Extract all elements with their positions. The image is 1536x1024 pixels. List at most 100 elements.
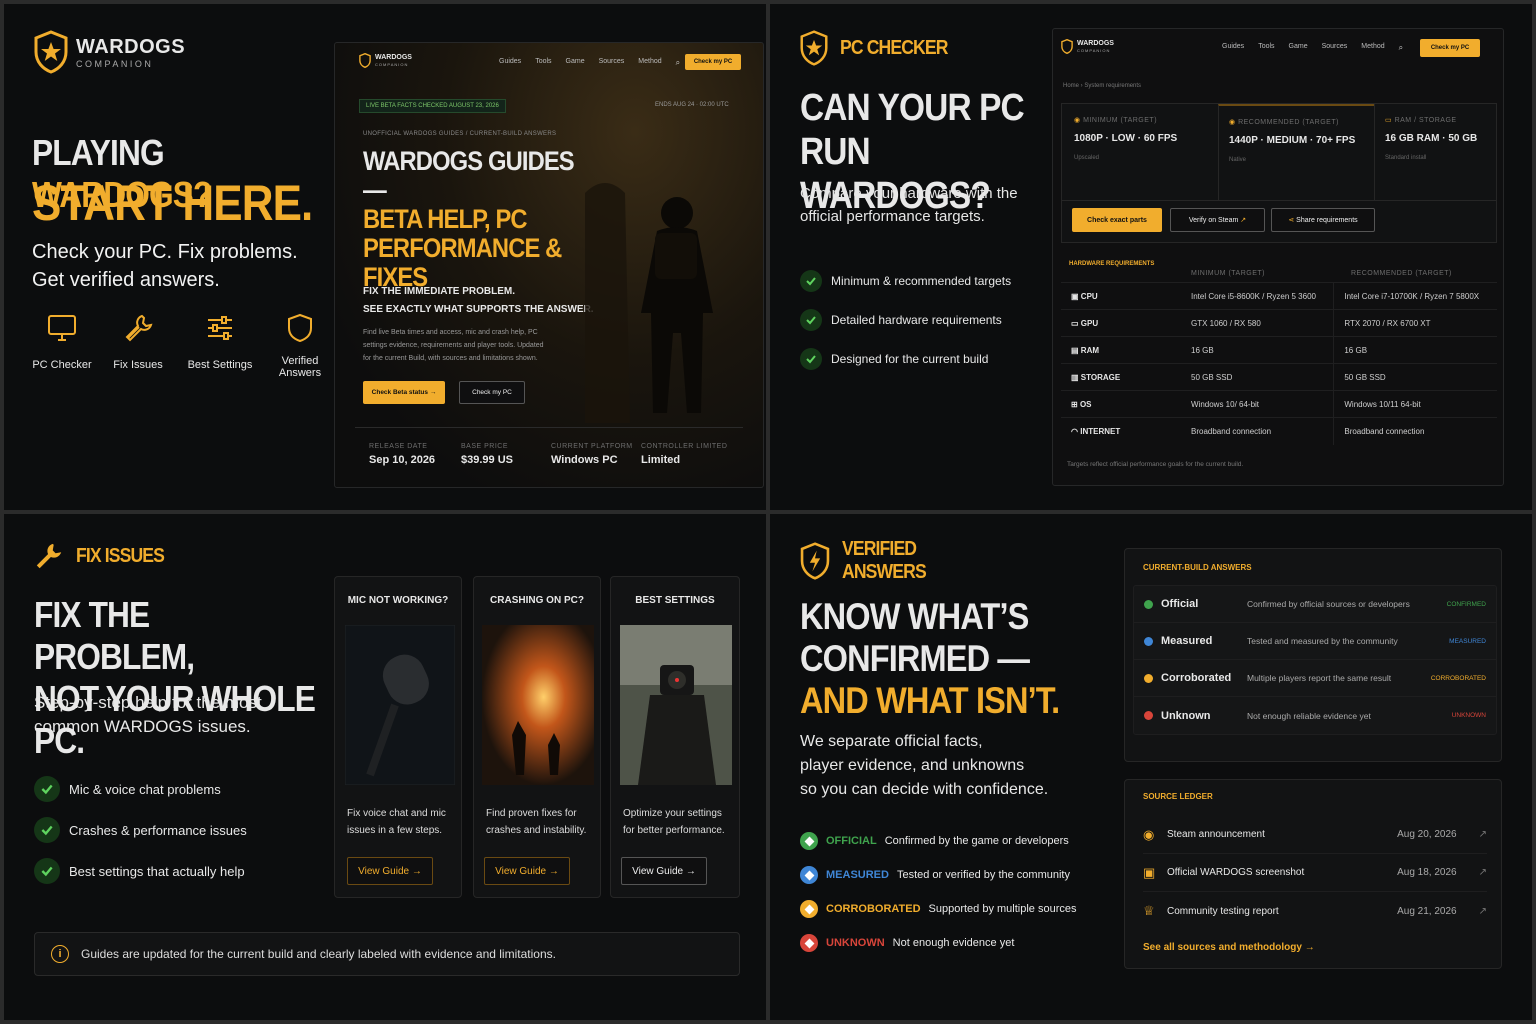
- view-guide-button[interactable]: View Guide →: [621, 857, 707, 885]
- see-all-sources-link[interactable]: See all sources and methodology →: [1143, 942, 1315, 953]
- cell-rec: RTX 2070 / RX 6700 XT: [1333, 309, 1497, 337]
- preview-check-my-pc-button[interactable]: Check my PC: [459, 381, 525, 404]
- target-label: ◉ RECOMMENDED (TARGET): [1229, 119, 1339, 126]
- card-desc: Optimize your settings for better perform…: [623, 805, 725, 839]
- card-desc-line-2: for better performance.: [623, 825, 725, 836]
- share-icon: ⋖: [1288, 217, 1295, 224]
- external-link-icon[interactable]: ↗: [1479, 906, 1487, 917]
- source-ledger-card: SOURCE LEDGER ◉ Steam announcement Aug 20,…: [1124, 779, 1502, 969]
- soldier-hero-image: [585, 183, 713, 423]
- targets-footnote: Targets reflect official performance goa…: [1067, 461, 1244, 468]
- target-value: 1440P · MEDIUM · 70+ FPS: [1229, 135, 1356, 146]
- hero-subtitle-line-1: Check your PC. Fix problems.: [32, 241, 298, 263]
- status-badge: UNKNOWN: [1451, 712, 1486, 719]
- nav-sources[interactable]: Sources: [1322, 43, 1348, 53]
- feature-verified-answers[interactable]: Verified Answers: [264, 312, 336, 379]
- preview-body: Find live Beta times and access, mic and…: [363, 326, 544, 365]
- row-label: ◠ INTERNET: [1061, 417, 1181, 445]
- legend-key: CORROBORATED: [826, 903, 921, 915]
- status-dot-icon: [1144, 636, 1153, 646]
- status-dot-icon: [1144, 711, 1153, 720]
- external-link-icon: ↗: [1240, 217, 1247, 224]
- stat-release-date: RELEASE DATE Sep 10, 2026: [369, 443, 461, 466]
- nav-guides[interactable]: Guides: [1222, 43, 1244, 53]
- verify-on-steam-button[interactable]: Verify on Steam ↗: [1170, 208, 1265, 232]
- guide-card-mic[interactable]: MIC NOT WORKING? Fix voice chat and mic i…: [334, 576, 462, 898]
- view-guide-button[interactable]: View Guide →: [484, 857, 570, 885]
- cpu-icon: ▣: [1071, 291, 1079, 301]
- search-icon[interactable]: ⌕: [1399, 43, 1403, 53]
- nav-game[interactable]: Game: [1289, 43, 1308, 53]
- share-requirements-button[interactable]: ⋖ Share requirements: [1271, 208, 1375, 232]
- stat-base-price: BASE PRICE $39.99 US: [461, 443, 551, 466]
- target-minimum: ◉ MINIMUM (TARGET) 1080P · LOW · 60 FPS Up…: [1062, 104, 1218, 200]
- ledger-row[interactable]: ♕ Community testing report Aug 21, 2026 ↗: [1143, 892, 1487, 930]
- wardogs-shield-logo-icon: [34, 30, 68, 74]
- nav-tools[interactable]: Tools: [535, 58, 551, 68]
- target-label-text: RAM / STORAGE: [1394, 117, 1457, 124]
- headline-playing: PLAYING: [32, 132, 165, 173]
- feature-label-line-1: Verified: [281, 355, 319, 367]
- answer-desc: Multiple players report the same result: [1247, 673, 1392, 683]
- status-badge: CORROBORATED: [1430, 674, 1486, 682]
- nav-tools[interactable]: Tools: [1258, 43, 1274, 53]
- feature-fix-issues[interactable]: Fix Issues: [104, 312, 172, 379]
- check-my-pc-button[interactable]: Check my PC: [1420, 39, 1480, 57]
- card-desc-line-1: Optimize your settings: [623, 808, 722, 819]
- target-label-text: RECOMMENDED (TARGET): [1238, 119, 1339, 126]
- row-label-text: CPU: [1080, 291, 1098, 301]
- checklist-label: Crashes & performance issues: [69, 822, 247, 838]
- shield-bolt-icon: [800, 542, 830, 580]
- nav-method[interactable]: Method: [1361, 43, 1384, 53]
- ledger-row[interactable]: ◉ Steam announcement Aug 20, 2026 ↗: [1143, 816, 1487, 854]
- check-beta-status-button[interactable]: Check Beta status →: [363, 381, 445, 404]
- card-desc: Fix voice chat and mic issues in a few st…: [347, 805, 446, 839]
- checklist-item: Crashes & performance issues: [34, 817, 247, 843]
- headline-line-1: FIX THE PROBLEM,: [34, 594, 195, 677]
- guide-card-best-settings[interactable]: BEST SETTINGS Optimize your settings for …: [610, 576, 740, 898]
- preview-title-line-3: PERFORMANCE &: [363, 233, 562, 263]
- nav-guides[interactable]: Guides: [499, 58, 521, 68]
- row-label-text: RAM: [1080, 345, 1100, 355]
- cell-rec: 50 GB SSD: [1333, 363, 1497, 391]
- feature-pc-checker[interactable]: PC Checker: [28, 312, 96, 379]
- search-icon[interactable]: ⌕: [676, 58, 680, 68]
- hardware-table: ▣ CPU Intel Core i5-8600K / Ryzen 5 3600 I…: [1061, 282, 1497, 445]
- check-exact-parts-button[interactable]: Check exact parts: [1072, 208, 1162, 232]
- check-my-pc-button[interactable]: Check my PC: [685, 54, 741, 70]
- target-note: Upscaled: [1074, 155, 1100, 161]
- external-link-icon[interactable]: ↗: [1479, 829, 1487, 840]
- cell-rec: Broadband connection: [1333, 417, 1497, 445]
- breadcrumb: Home › System requirements: [1063, 83, 1142, 89]
- answer-key: Corroborated: [1161, 672, 1232, 684]
- card-desc-line-2: crashes and instability.: [486, 825, 587, 836]
- legend-key: OFFICIAL: [826, 835, 877, 847]
- panel-start-here: WARDOGS COMPANION PLAYING WARDOGS? START…: [4, 4, 766, 510]
- ledger-row[interactable]: ▣ Official WARDOGS screenshot Aug 18, 2026…: [1143, 854, 1487, 892]
- nav-method[interactable]: Method: [638, 58, 661, 68]
- view-guide-button[interactable]: View Guide →: [347, 857, 433, 885]
- microphone-image: [345, 625, 455, 785]
- nav-game[interactable]: Game: [566, 58, 585, 68]
- stat-value: Limited: [641, 454, 681, 466]
- wardogs-shield-logo-icon: [359, 53, 371, 68]
- checklist-item: Minimum & recommended targets: [800, 270, 1011, 292]
- shield-star-icon: [800, 30, 828, 66]
- pc-checker-checklist: Minimum & recommended targets Detailed h…: [800, 270, 1011, 370]
- guide-card-crashing[interactable]: CRASHING ON PC? Find proven fixes for cra…: [473, 576, 601, 898]
- feature-best-settings[interactable]: Best Settings: [180, 312, 260, 379]
- external-link-icon[interactable]: ↗: [1479, 867, 1487, 878]
- section-tag: VERIFIED ANSWERS: [800, 538, 1022, 584]
- feature-label: PC Checker: [32, 359, 92, 371]
- stat-controller: CONTROLLER LIMITED Limited: [641, 443, 731, 466]
- section-tag-label: FIX ISSUES: [76, 544, 165, 567]
- breadcrumb-home[interactable]: Home: [1063, 83, 1079, 89]
- targets-box: ◉ MINIMUM (TARGET) 1080P · LOW · 60 FPS Up…: [1061, 103, 1497, 243]
- ledger-date: Aug 21, 2026: [1397, 905, 1457, 917]
- check-icon: [34, 817, 60, 843]
- preview-subtitle-line-1: FIX THE IMMEDIATE PROBLEM.: [363, 286, 516, 297]
- answer-desc: Not enough reliable evidence yet: [1247, 710, 1371, 721]
- nav-sources[interactable]: Sources: [599, 58, 625, 68]
- cell-min: Intel Core i5-8600K / Ryzen 5 3600: [1181, 282, 1334, 310]
- measured-diamond-icon: [800, 866, 818, 884]
